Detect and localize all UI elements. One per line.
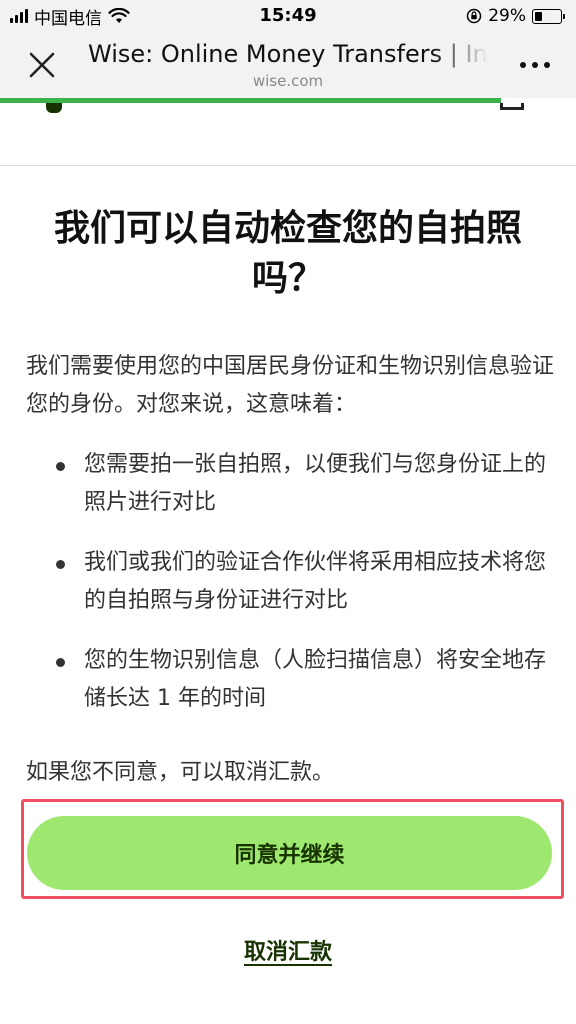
orientation-lock-icon [466, 8, 482, 24]
browser-toolbar: Wise: Online Money Transfers | Internati… [0, 32, 576, 98]
wise-logo-fragment [46, 103, 62, 113]
more-icon[interactable] [520, 62, 550, 68]
status-bar: 中国电信 15:49 29% [0, 0, 576, 32]
battery-level [535, 11, 542, 21]
battery-icon [532, 8, 565, 24]
intro-text: 我们需要使用您的中国居民身份证和生物识别信息验证您的身份。对您来说，这意味着： [26, 354, 555, 417]
list-item: 我们或我们的验证合作伙伴将采用相应技术将您的自拍照与身份证进行对比 [52, 544, 552, 620]
load-progress-bar [0, 98, 502, 103]
list-item: 您的生物识别信息（人脸扫描信息）将安全地存储长达 1 年的时间 [52, 642, 552, 718]
cancel-transfer-link[interactable]: 取消汇款 [0, 934, 576, 966]
page-domain: wise.com [252, 72, 324, 90]
list-item: 您需要拍一张自拍照，以便我们与您身份证上的照片进行对比 [52, 446, 552, 522]
cancel-note: 如果您不同意，可以取消汇款。 [26, 760, 335, 785]
agree-continue-button[interactable]: 同意并继续 [27, 816, 552, 890]
status-right: 29% [466, 6, 565, 26]
page-heading: 我们可以自动检查您的自拍照吗？ [53, 208, 522, 299]
page-title: Wise: Online Money Transfers | Internati… [88, 40, 488, 68]
header-divider [0, 165, 576, 166]
header-icon-fragment [500, 103, 524, 110]
consent-list: 您需要拍一张自拍照，以便我们与您身份证上的照片进行对比 我们或我们的验证合作伙伴… [52, 446, 552, 740]
battery-percentage: 29% [488, 6, 526, 26]
